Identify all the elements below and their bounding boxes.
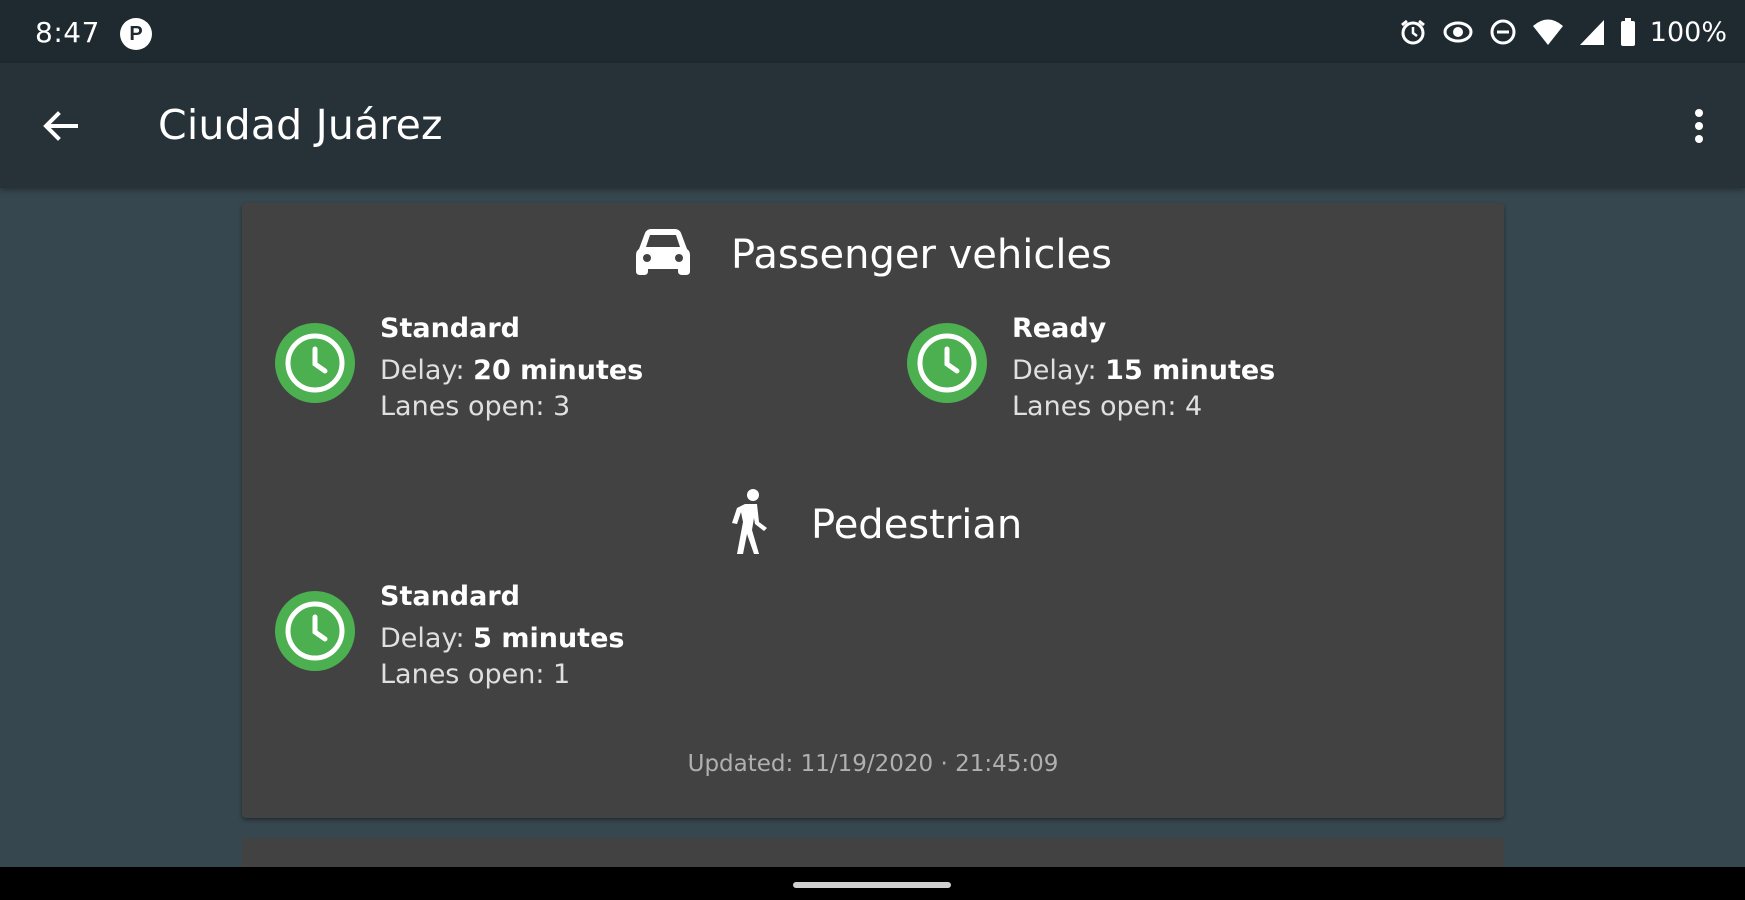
app-bar: Ciudad Juárez bbox=[0, 63, 1745, 188]
clock-status-icon bbox=[907, 323, 987, 403]
pedestrian-icon bbox=[727, 488, 771, 561]
more-vert-icon bbox=[1695, 109, 1703, 143]
passenger-section-header: Passenger vehicles bbox=[635, 227, 1112, 282]
lane-type: Standard bbox=[380, 313, 520, 344]
status-time: 8:47 bbox=[35, 16, 100, 49]
lane-type: Standard bbox=[380, 581, 520, 612]
data-saver-icon bbox=[1442, 17, 1474, 47]
lane-entry-pedestrian-standard: Standard Delay: 5 minutes Lanes open: 1 bbox=[275, 581, 835, 691]
navigation-bar bbox=[0, 867, 1745, 900]
delay-label: Delay: bbox=[380, 623, 474, 654]
delay-value: 15 minutes bbox=[1105, 355, 1276, 386]
delay-label: Delay: bbox=[380, 355, 474, 386]
updated-timestamp: Updated: 11/19/2020 · 21:45:09 bbox=[687, 751, 1059, 777]
page-title: Ciudad Juárez bbox=[158, 101, 443, 149]
lanes-open: Lanes open: 3 bbox=[380, 391, 571, 422]
status-bar: 8:47 P 100% bbox=[0, 0, 1745, 63]
cell-signal-icon bbox=[1578, 17, 1606, 47]
battery-percent: 100% bbox=[1649, 16, 1727, 48]
gesture-handle[interactable] bbox=[793, 882, 951, 888]
lane-delay: Delay: 5 minutes bbox=[380, 621, 624, 657]
lane-delay: Delay: 20 minutes bbox=[380, 353, 643, 389]
lane-entry-passenger-ready: Ready Delay: 15 minutes Lanes open: 4 bbox=[907, 313, 1467, 423]
passenger-section-title: Passenger vehicles bbox=[731, 231, 1112, 278]
alarm-icon bbox=[1398, 17, 1428, 47]
lane-delay: Delay: 15 minutes bbox=[1012, 353, 1275, 389]
back-button[interactable] bbox=[30, 96, 90, 156]
lanes-open: Lanes open: 4 bbox=[1012, 391, 1203, 422]
lanes-open: Lanes open: 1 bbox=[380, 659, 571, 690]
screen: 8:47 P 100% Ciudad Juárez Passenger vehi… bbox=[0, 0, 1745, 900]
notification-app-icon: P bbox=[120, 18, 152, 50]
delay-label: Delay: bbox=[1012, 355, 1106, 386]
delay-value: 20 minutes bbox=[473, 355, 644, 386]
lane-entry-passenger-standard: Standard Delay: 20 minutes Lanes open: 3 bbox=[275, 313, 835, 423]
battery-icon bbox=[1620, 17, 1636, 47]
lane-type: Ready bbox=[1012, 313, 1107, 344]
pedestrian-section-title: Pedestrian bbox=[811, 501, 1023, 548]
status-icons: 100% bbox=[1398, 14, 1727, 50]
wifi-icon bbox=[1532, 17, 1564, 47]
port-wait-card[interactable]: Passenger vehicles Standard Delay: 20 mi… bbox=[242, 203, 1504, 818]
do-not-disturb-icon bbox=[1488, 17, 1518, 47]
delay-value: 5 minutes bbox=[473, 623, 625, 654]
arrow-back-icon bbox=[43, 111, 78, 141]
next-card[interactable] bbox=[242, 838, 1504, 868]
pedestrian-section-header: Pedestrian bbox=[727, 488, 1022, 561]
clock-status-icon bbox=[275, 591, 355, 671]
clock-status-icon bbox=[275, 323, 355, 403]
car-icon bbox=[635, 227, 691, 282]
more-options-button[interactable] bbox=[1669, 96, 1729, 156]
